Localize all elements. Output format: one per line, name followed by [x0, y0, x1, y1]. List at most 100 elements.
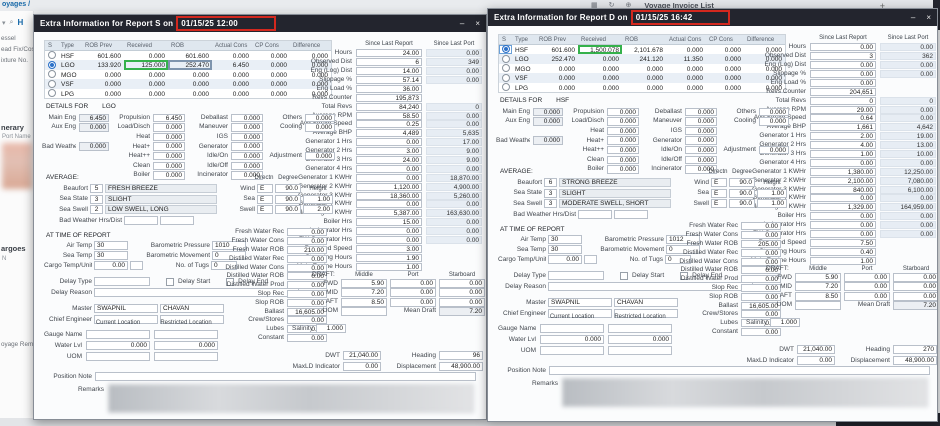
average-scale-value[interactable]: 3	[544, 199, 557, 208]
stat-report-value[interactable]: 204,651	[810, 88, 876, 96]
heading-value[interactable]: 270	[893, 345, 937, 354]
location-restricted-value[interactable]	[154, 330, 218, 339]
average-scale-value[interactable]: 3	[90, 195, 103, 204]
weather-degree[interactable]: 90.0	[729, 199, 755, 208]
water-value[interactable]: 0.00	[287, 255, 327, 263]
stat-report-value[interactable]: 0.00	[810, 79, 876, 87]
chevron-down-icon[interactable]: ▾	[2, 19, 6, 27]
stat-report-value[interactable]: 84,240	[356, 103, 422, 111]
weather-direction[interactable]: E	[711, 178, 727, 187]
weather-height[interactable]: 1.00	[757, 199, 787, 208]
water-value[interactable]: 0.00	[287, 237, 327, 245]
stat-report-value[interactable]: 0.00	[356, 138, 422, 146]
position-note-field[interactable]	[95, 372, 476, 381]
stat-report-value[interactable]: 29.00	[810, 106, 876, 114]
draft-value[interactable]: 0.00	[893, 273, 937, 282]
radio-mgo[interactable]	[48, 70, 56, 78]
water-value[interactable]: 0.00	[741, 231, 781, 239]
radio-vsf[interactable]	[48, 80, 56, 88]
detail-field[interactable]: 0.000	[305, 123, 335, 132]
location-restricted-value[interactable]	[608, 324, 672, 333]
stat-report-value[interactable]: 195,873	[356, 94, 422, 102]
detail-field[interactable]: 0.000	[231, 133, 263, 142]
location-current-value[interactable]	[540, 324, 604, 333]
weather-height[interactable]: 1.00	[303, 195, 333, 204]
detail-field[interactable]: 0.000	[685, 108, 717, 117]
stat-report-value[interactable]: 0.00	[810, 159, 876, 167]
detail-field[interactable]: 0.000	[685, 136, 717, 145]
cargo-unit-field[interactable]	[584, 255, 597, 264]
location-restricted-value[interactable]	[154, 352, 218, 361]
average-description[interactable]: SLIGHT	[559, 189, 671, 198]
bad-weather-dist[interactable]	[160, 216, 194, 225]
weather-direction[interactable]: E	[257, 184, 273, 193]
fuel-row-radio-cell[interactable]	[499, 45, 512, 55]
radio-lgo[interactable]	[48, 61, 56, 69]
delay-start-checkbox[interactable]	[620, 272, 628, 280]
average-description[interactable]: MODERATE SWELL, SHORT	[559, 199, 671, 208]
breadcrumb[interactable]: oyages /	[2, 1, 30, 8]
fuel-row-radio-cell[interactable]	[45, 51, 58, 61]
draft-value[interactable]: 0.00	[390, 298, 436, 307]
delay-type-field[interactable]	[94, 277, 150, 286]
dwt-value[interactable]: 21,040.00	[797, 345, 835, 354]
stat-report-value[interactable]: 1,661	[810, 123, 876, 131]
air-temp-field[interactable]: 30	[94, 241, 128, 250]
stat-report-value[interactable]: 24.00	[356, 156, 422, 164]
displacement-value[interactable]: 48,900.00	[439, 362, 483, 371]
draft-value[interactable]: 0.00	[439, 288, 485, 297]
weather-direction[interactable]: E	[257, 205, 273, 214]
fuel-row-radio-cell[interactable]	[45, 60, 58, 70]
detail-field[interactable]: 0.000	[607, 146, 639, 155]
stat-report-value[interactable]: 0.00	[810, 70, 876, 78]
stat-report-value[interactable]: 3.00	[356, 147, 422, 155]
stat-report-value[interactable]: 0.40	[810, 248, 876, 256]
master-first-name[interactable]: SWAPNIL	[548, 298, 612, 307]
radio-mgo[interactable]	[502, 64, 510, 72]
stat-report-value[interactable]: 0	[810, 97, 876, 105]
weather-degree[interactable]: 90.0	[275, 195, 301, 204]
stat-report-value[interactable]: 14.00	[356, 67, 422, 75]
water-value[interactable]: 0.00	[287, 228, 327, 236]
detail-field[interactable]: 6.450	[153, 114, 185, 123]
cargo-temp-field[interactable]: 0.00	[548, 255, 582, 264]
weather-height[interactable]: 2.00	[303, 205, 333, 214]
radio-vsf[interactable]	[502, 74, 510, 82]
fuel-row-radio-cell[interactable]	[499, 83, 512, 93]
draft-value[interactable]: 7.20	[341, 288, 387, 297]
location-current-value[interactable]: 0.000	[540, 335, 604, 344]
detail-field[interactable]: 0.000	[153, 123, 185, 132]
detail-field[interactable]: 0.000	[305, 114, 335, 123]
salinity-field[interactable]: 1.000	[316, 324, 346, 333]
detail-field[interactable]: 0.000	[607, 127, 639, 136]
fuel-row-radio-cell[interactable]	[499, 73, 512, 83]
average-scale-value[interactable]: 2	[90, 205, 103, 214]
bad-weather-dist[interactable]	[614, 210, 648, 219]
close-icon[interactable]: ×	[926, 10, 931, 25]
weather-degree[interactable]: 90.0	[729, 178, 755, 187]
draft-value[interactable]: 0.00	[844, 282, 890, 291]
water-value[interactable]: 210.00	[287, 246, 327, 254]
stat-report-value[interactable]: 0.00	[810, 43, 876, 51]
master-first-name[interactable]: SWAPNIL	[94, 304, 158, 313]
stat-report-value[interactable]: 1.00	[810, 150, 876, 158]
average-description[interactable]: SLIGHT	[105, 195, 217, 204]
detail-field[interactable]: 0.000	[153, 133, 185, 142]
location-restricted-value[interactable]	[608, 346, 672, 355]
detail-field[interactable]: 0.000	[685, 127, 717, 136]
weather-direction[interactable]: E	[711, 199, 727, 208]
average-scale-value[interactable]: 3	[544, 189, 557, 198]
detail-field[interactable]: 0.000	[533, 117, 563, 126]
fuel-row-radio-cell[interactable]	[499, 64, 512, 74]
water-value[interactable]: 0.00	[741, 222, 781, 230]
air-temp-field[interactable]: 30	[548, 235, 582, 244]
detail-field[interactable]: 0.000	[153, 162, 185, 171]
draft-value[interactable]: 0.00	[439, 298, 485, 307]
minimize-button[interactable]: –	[911, 10, 915, 25]
fuel-row-radio-cell[interactable]	[499, 54, 512, 64]
stat-report-value[interactable]: 0.00	[810, 230, 876, 238]
weather-direction[interactable]: E	[711, 189, 727, 198]
stat-report-value[interactable]: 1.90	[356, 254, 422, 262]
detail-field[interactable]: 0.000	[607, 117, 639, 126]
detail-field[interactable]: 0.000	[607, 136, 639, 145]
